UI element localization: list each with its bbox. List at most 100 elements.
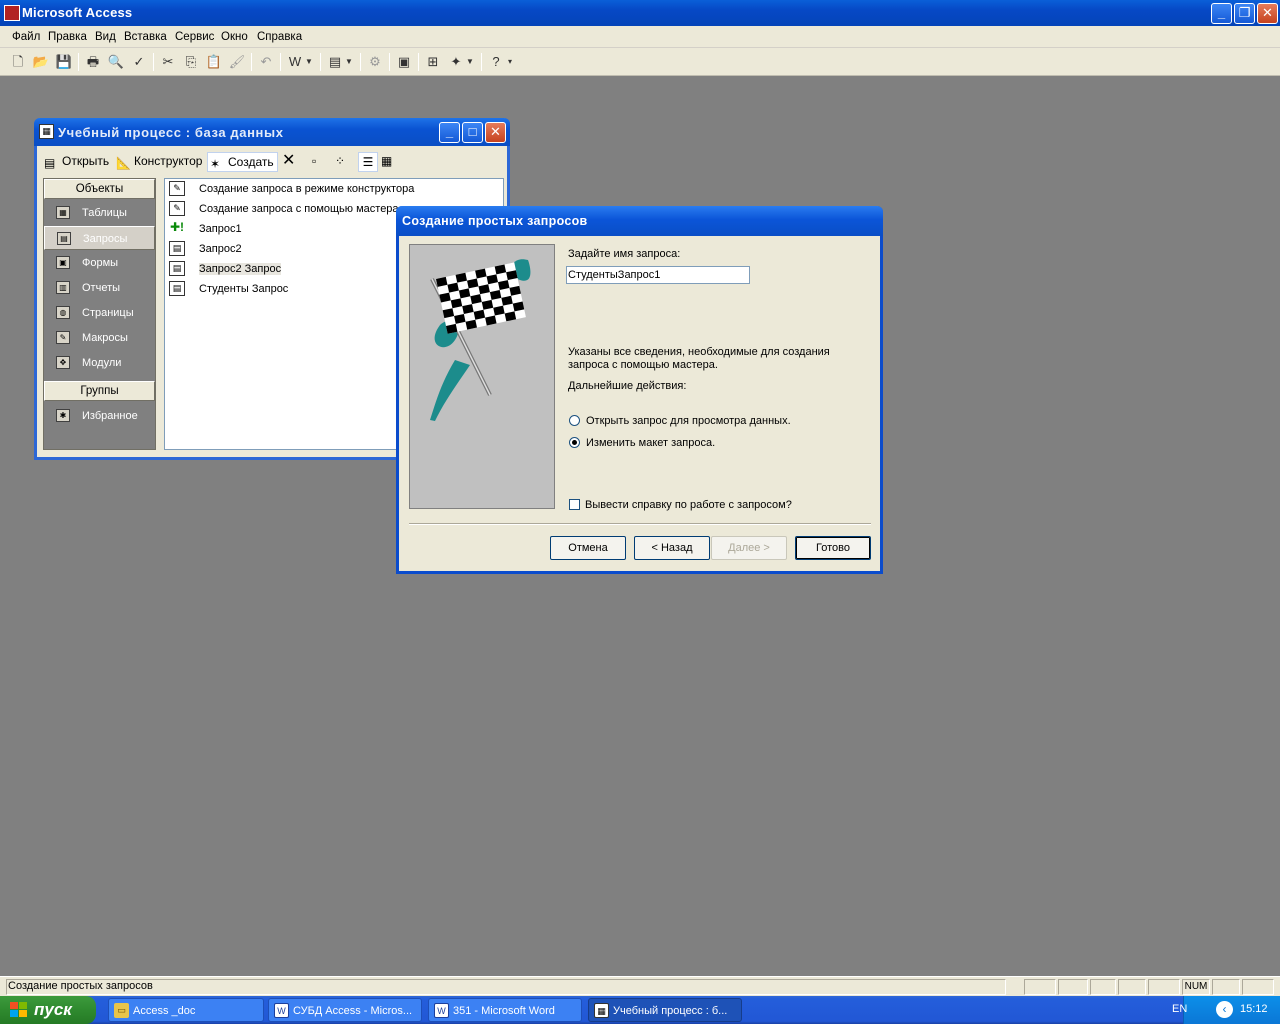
object-tables[interactable]: ▦ Таблицы [44, 201, 155, 225]
object-queries[interactable]: ▤ Запросы [44, 226, 155, 250]
spelling-icon[interactable]: ✓ [130, 53, 148, 71]
chevron-down-icon[interactable]: ▼ [304, 53, 314, 71]
chevron-left-icon[interactable]: ‹ [1216, 1001, 1233, 1018]
simple-query-wizard-dialog: Создание простых запросов Задайте имя за… [396, 206, 883, 574]
list-item[interactable]: ✚! Запрос1 [169, 219, 242, 239]
next-actions-label: Дальнейшие действия: [568, 380, 687, 392]
create-icon: ✶ [210, 157, 221, 171]
new-object-icon[interactable]: ✦ [447, 53, 465, 71]
menu-view[interactable]: Вид [95, 31, 116, 43]
new-icon[interactable]: 🗋 [9, 53, 27, 71]
checkered-flag-image [409, 244, 555, 509]
start-button[interactable]: пуск [0, 996, 96, 1024]
list-item[interactable]: ▤ Запрос2 Запрос [169, 259, 282, 279]
code-icon[interactable]: ⚙ [366, 53, 384, 71]
print-icon[interactable]: 🖶 [84, 53, 102, 71]
query-name-label: Задайте имя запроса: [568, 248, 681, 260]
print-preview-icon[interactable]: 🔍 [107, 53, 125, 71]
module-icon: ✥ [56, 356, 70, 369]
object-forms[interactable]: ▣ Формы [44, 251, 155, 275]
object-macros[interactable]: ✎ Макросы [44, 326, 155, 350]
append-query-icon: ✚! [169, 220, 185, 236]
help-checkbox[interactable] [569, 499, 580, 510]
open-query-label[interactable]: Открыть запрос для просмотра данных. [586, 415, 791, 427]
delete-icon[interactable]: ✕ [282, 152, 295, 172]
clock: 15:12 [1240, 1003, 1268, 1015]
small-icons-icon[interactable]: ⁘ [335, 152, 345, 172]
office-links-icon[interactable]: W [286, 53, 304, 71]
cancel-button[interactable]: Отмена [550, 536, 626, 560]
modify-query-label[interactable]: Изменить макет запроса. [586, 437, 715, 449]
system-tray: EN ‹ 15:12 [1172, 996, 1280, 1024]
large-icons-icon[interactable]: ▫ [312, 152, 316, 172]
next-button[interactable]: Далее > [711, 536, 787, 560]
restore-button[interactable]: ❐ [1234, 3, 1255, 24]
list-item[interactable]: ▤ Запрос2 [169, 239, 242, 259]
db-close-button[interactable]: ✕ [485, 122, 506, 143]
wizard-titlebar[interactable]: Создание простых запросов [396, 206, 883, 236]
list-item[interactable]: ▤ Студенты Запрос [169, 279, 288, 299]
db-maximize-button[interactable]: □ [462, 122, 483, 143]
database-icon: ▦ [594, 1003, 609, 1018]
create-button[interactable]: ✶ Создать [207, 152, 278, 172]
language-indicator[interactable]: EN [1172, 1003, 1187, 1015]
menu-window[interactable]: Окно [221, 31, 248, 43]
open-button[interactable]: ▤ Открыть [44, 152, 109, 172]
relationships-icon[interactable]: ⊞ [424, 53, 442, 71]
chevron-down-icon[interactable]: ▼ [344, 53, 354, 71]
folder-icon: ▭ [114, 1003, 129, 1018]
menu-edit[interactable]: Правка [48, 31, 87, 43]
help-checkbox-label[interactable]: Вывести справку по работе с запросом? [585, 499, 792, 511]
finish-button[interactable]: Готово [795, 536, 871, 560]
task-word-subd[interactable]: W СУБД Access - Micros... [268, 998, 422, 1022]
group-favorites[interactable]: ✱ Избранное [44, 404, 155, 428]
report-icon: ▥ [56, 281, 70, 294]
modify-query-radio[interactable] [569, 437, 580, 448]
menu-tools[interactable]: Сервис [175, 31, 214, 43]
format-painter-icon[interactable]: 🖌 [228, 53, 246, 71]
properties-icon[interactable]: ▣ [395, 53, 413, 71]
undo-icon[interactable]: ↶ [257, 53, 275, 71]
list-item[interactable]: ✎ Создание запроса с помощью мастера [169, 199, 399, 219]
task-word-351[interactable]: W 351 - Microsoft Word [428, 998, 582, 1022]
objects-header[interactable]: Объекты [44, 179, 155, 199]
design-button[interactable]: 📐 Конструктор [116, 152, 202, 172]
close-button[interactable]: ✕ [1257, 3, 1278, 24]
database-window-titlebar[interactable]: ▦ Учебный процесс : база данных _ □ ✕ [34, 118, 510, 146]
object-reports[interactable]: ▥ Отчеты [44, 276, 155, 300]
task-access-db[interactable]: ▦ Учебный процесс : б... [588, 998, 742, 1022]
analyze-icon[interactable]: ▤ [326, 53, 344, 71]
menu-file[interactable]: Файл [12, 31, 40, 43]
form-icon: ▣ [56, 256, 70, 269]
database-toolbar: ▤ Открыть 📐 Конструктор ✶ Создать ✕ ▫ ⁘ ☰ ▦ [41, 148, 511, 174]
open-icon[interactable]: 📂 [32, 53, 50, 71]
list-view-icon[interactable]: ☰ [358, 152, 378, 172]
minimize-button[interactable]: _ [1211, 3, 1232, 24]
windows-logo-icon [10, 1002, 27, 1017]
help-icon[interactable]: ? [487, 53, 505, 71]
object-modules[interactable]: ✥ Модули [44, 351, 155, 375]
menu-insert[interactable]: Вставка [124, 31, 167, 43]
details-view-icon[interactable]: ▦ [381, 152, 392, 172]
word-icon: W [434, 1003, 449, 1018]
back-button[interactable]: < Назад [634, 536, 710, 560]
task-access-doc[interactable]: ▭ Access _doc [108, 998, 264, 1022]
open-query-radio[interactable] [569, 415, 580, 426]
chevron-down-icon[interactable]: ▾ [505, 53, 515, 71]
query-name-input[interactable] [566, 266, 750, 284]
list-item[interactable]: ✎ Создание запроса в режиме конструктора [169, 179, 414, 199]
paste-icon[interactable]: 📋 [205, 53, 223, 71]
groups-header[interactable]: Группы [44, 381, 155, 401]
object-pages[interactable]: ◍ Страницы [44, 301, 155, 325]
design-wizard-icon: ✎ [169, 181, 185, 196]
db-minimize-button[interactable]: _ [439, 122, 460, 143]
cut-icon[interactable]: ✂ [159, 53, 177, 71]
copy-icon[interactable]: ⎘ [182, 53, 200, 71]
save-icon[interactable]: 💾 [55, 53, 73, 71]
objects-panel: Объекты ▦ Таблицы ▤ Запросы ▣ Формы ▥ Отчеты… [43, 178, 156, 450]
database-window-title: Учебный процесс : база данных [58, 125, 284, 140]
menu-help[interactable]: Справка [257, 31, 302, 43]
main-toolbar: 🗋 📂 💾 🖶 🔍 ✓ ✂ ⎘ 📋 🖌 ↶ W ▼ ▤ ▼ ⚙ ▣ ⊞ ✦ ▼ … [0, 48, 1280, 76]
chevron-down-icon[interactable]: ▼ [465, 53, 475, 71]
query-icon: ▤ [169, 261, 185, 276]
